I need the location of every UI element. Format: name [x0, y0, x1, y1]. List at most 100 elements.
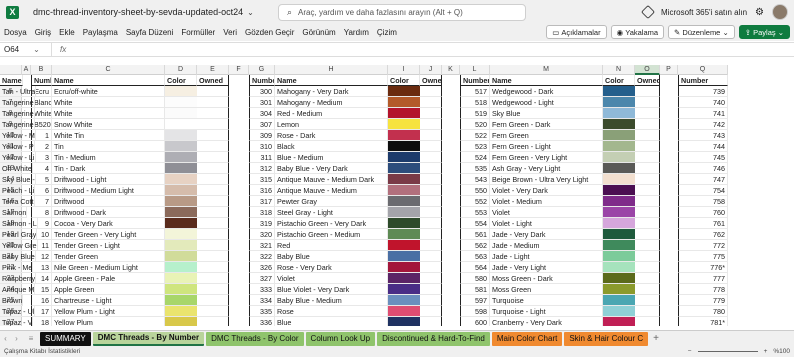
owned-checkbox-cell[interactable] [197, 284, 229, 295]
column-header-p[interactable]: P [660, 65, 678, 75]
thread-number[interactable]: 311 [249, 152, 275, 163]
thread-number[interactable]: 744 [678, 141, 728, 152]
thread-name[interactable]: White [52, 108, 165, 119]
thread-name[interactable]: Pistachio Green - Very Dark [275, 218, 388, 229]
owned-checkbox-cell[interactable] [635, 119, 660, 130]
document-title[interactable]: dmc-thread-inventory-sheet-by-sevda-upda… [33, 7, 243, 17]
select-all-corner[interactable] [0, 65, 22, 75]
thread-name[interactable]: Jade - Medium [490, 240, 603, 251]
thread-number[interactable]: 561 [460, 229, 490, 240]
spreadsheet-grid[interactable]: ABCDEFGHIJKLMNOPQ 5678910111213141516171… [0, 65, 794, 326]
sheet-tab[interactable]: Skin & Hair Colour C [564, 331, 649, 346]
thread-number[interactable]: 550 [460, 185, 490, 196]
owned-checkbox-cell[interactable] [635, 218, 660, 229]
thread-name[interactable]: Jade - Very Light [490, 262, 603, 273]
owned-checkbox-cell[interactable] [420, 207, 442, 218]
thread-number[interactable]: 554 [460, 218, 490, 229]
owned-checkbox-cell[interactable] [635, 174, 660, 185]
owned-checkbox-cell[interactable] [197, 141, 229, 152]
column-header-f[interactable]: F [229, 65, 249, 75]
menu-home[interactable]: Giriş [31, 28, 55, 37]
sheet-tab[interactable]: DMC Threads - By Color [206, 331, 304, 346]
thread-number[interactable]: 739 [678, 86, 728, 97]
thread-number[interactable]: 745 [678, 152, 728, 163]
menu-help[interactable]: Yardım [340, 28, 373, 37]
owned-checkbox-cell[interactable] [635, 207, 660, 218]
owned-checkbox-cell[interactable] [635, 185, 660, 196]
thread-number[interactable]: 312 [249, 163, 275, 174]
thread-number[interactable]: 335 [249, 306, 275, 317]
owned-checkbox-cell[interactable] [635, 86, 660, 97]
thread-name[interactable]: Violet - Medium [490, 196, 603, 207]
catch-up-button[interactable]: ◉ Yakalama [610, 25, 665, 39]
owned-checkbox-cell[interactable] [197, 273, 229, 284]
thread-number[interactable]: 307 [249, 119, 275, 130]
thread-number[interactable]: 598 [460, 306, 490, 317]
owned-checkbox-cell[interactable] [635, 152, 660, 163]
thread-number[interactable]: 600 [460, 317, 490, 326]
thread-number[interactable]: 758 [678, 196, 728, 207]
thread-name[interactable]: Red [275, 240, 388, 251]
thread-name[interactable]: Black [275, 141, 388, 152]
thread-number[interactable]: 524 [460, 152, 490, 163]
owned-checkbox-cell[interactable] [420, 262, 442, 273]
thread-name[interactable]: Nile Green - Medium Light [52, 262, 165, 273]
column-header-j[interactable]: J [420, 65, 442, 75]
owned-checkbox-cell[interactable] [635, 141, 660, 152]
thread-number[interactable]: 747 [678, 174, 728, 185]
owned-checkbox-cell[interactable] [420, 163, 442, 174]
thread-number[interactable]: 740 [678, 97, 728, 108]
thread-number[interactable]: 742 [678, 119, 728, 130]
owned-checkbox-cell[interactable] [635, 108, 660, 119]
settings-gear-icon[interactable]: ⚙ [755, 7, 764, 18]
owned-checkbox-cell[interactable] [635, 97, 660, 108]
owned-checkbox-cell[interactable] [420, 295, 442, 306]
thread-name[interactable]: Tan - Ultra [0, 86, 37, 97]
thread-number[interactable]: 318 [249, 207, 275, 218]
thread-name[interactable]: Driftwood [52, 196, 165, 207]
owned-checkbox-cell[interactable] [635, 196, 660, 207]
column-header-l[interactable]: L [460, 65, 490, 75]
all-sheets-menu-icon[interactable]: ≡ [22, 334, 40, 343]
sheet-tab[interactable]: SUMMARY [40, 331, 91, 346]
thread-name[interactable]: Topaz - Ul [0, 306, 36, 317]
thread-name[interactable]: Baby Blue - Medium [275, 295, 388, 306]
comments-button[interactable]: ▭ Açıklamalar [546, 25, 607, 39]
thread-number[interactable]: 781* [678, 317, 728, 326]
owned-checkbox-cell[interactable] [420, 229, 442, 240]
thread-name[interactable]: Fern Green - Dark [490, 119, 603, 130]
thread-number[interactable]: 562 [460, 240, 490, 251]
sheet-tab[interactable]: Main Color Chart [491, 331, 563, 346]
column-header-e[interactable]: E [197, 65, 229, 75]
column-header-i[interactable]: I [388, 65, 420, 75]
thread-number[interactable]: 519 [460, 108, 490, 119]
thread-name[interactable]: Peach - Li [0, 185, 36, 196]
thread-name[interactable]: Turquoise [490, 295, 603, 306]
thread-name[interactable]: Blue - Medium [275, 152, 388, 163]
thread-number[interactable]: 319 [249, 218, 275, 229]
thread-name[interactable]: Steel Gray - Light [275, 207, 388, 218]
thread-name[interactable]: Antique Mauve - Medium [275, 185, 388, 196]
column-header-a[interactable]: A [22, 65, 31, 75]
thread-name[interactable]: Cranberry - Very Dark [490, 317, 603, 326]
thread-name[interactable]: Rose [275, 306, 388, 317]
menu-view[interactable]: Görünüm [298, 28, 339, 37]
thread-number[interactable]: 564 [460, 262, 490, 273]
owned-checkbox-cell[interactable] [197, 317, 229, 326]
thread-name[interactable]: Sky Blue - [0, 174, 36, 185]
thread-name[interactable]: Raspberry [0, 273, 37, 284]
owned-checkbox-cell[interactable] [197, 152, 229, 163]
editing-mode-button[interactable]: ✎ Düzenleme ⌄ [668, 25, 735, 39]
thread-name[interactable]: Yellow - P [0, 141, 35, 152]
thread-number[interactable]: 520 [460, 119, 490, 130]
thread-number[interactable]: 320 [249, 229, 275, 240]
thread-number[interactable]: 317 [249, 196, 275, 207]
column-header-n[interactable]: N [603, 65, 635, 75]
owned-checkbox-cell[interactable] [197, 251, 229, 262]
thread-name[interactable]: Fern Green - Light [490, 141, 603, 152]
owned-checkbox-cell[interactable] [420, 108, 442, 119]
owned-checkbox-cell[interactable] [635, 306, 660, 317]
thread-number[interactable]: 522 [460, 130, 490, 141]
zoom-in-icon[interactable]: + [764, 348, 768, 355]
menu-data[interactable]: Veri [219, 28, 241, 37]
